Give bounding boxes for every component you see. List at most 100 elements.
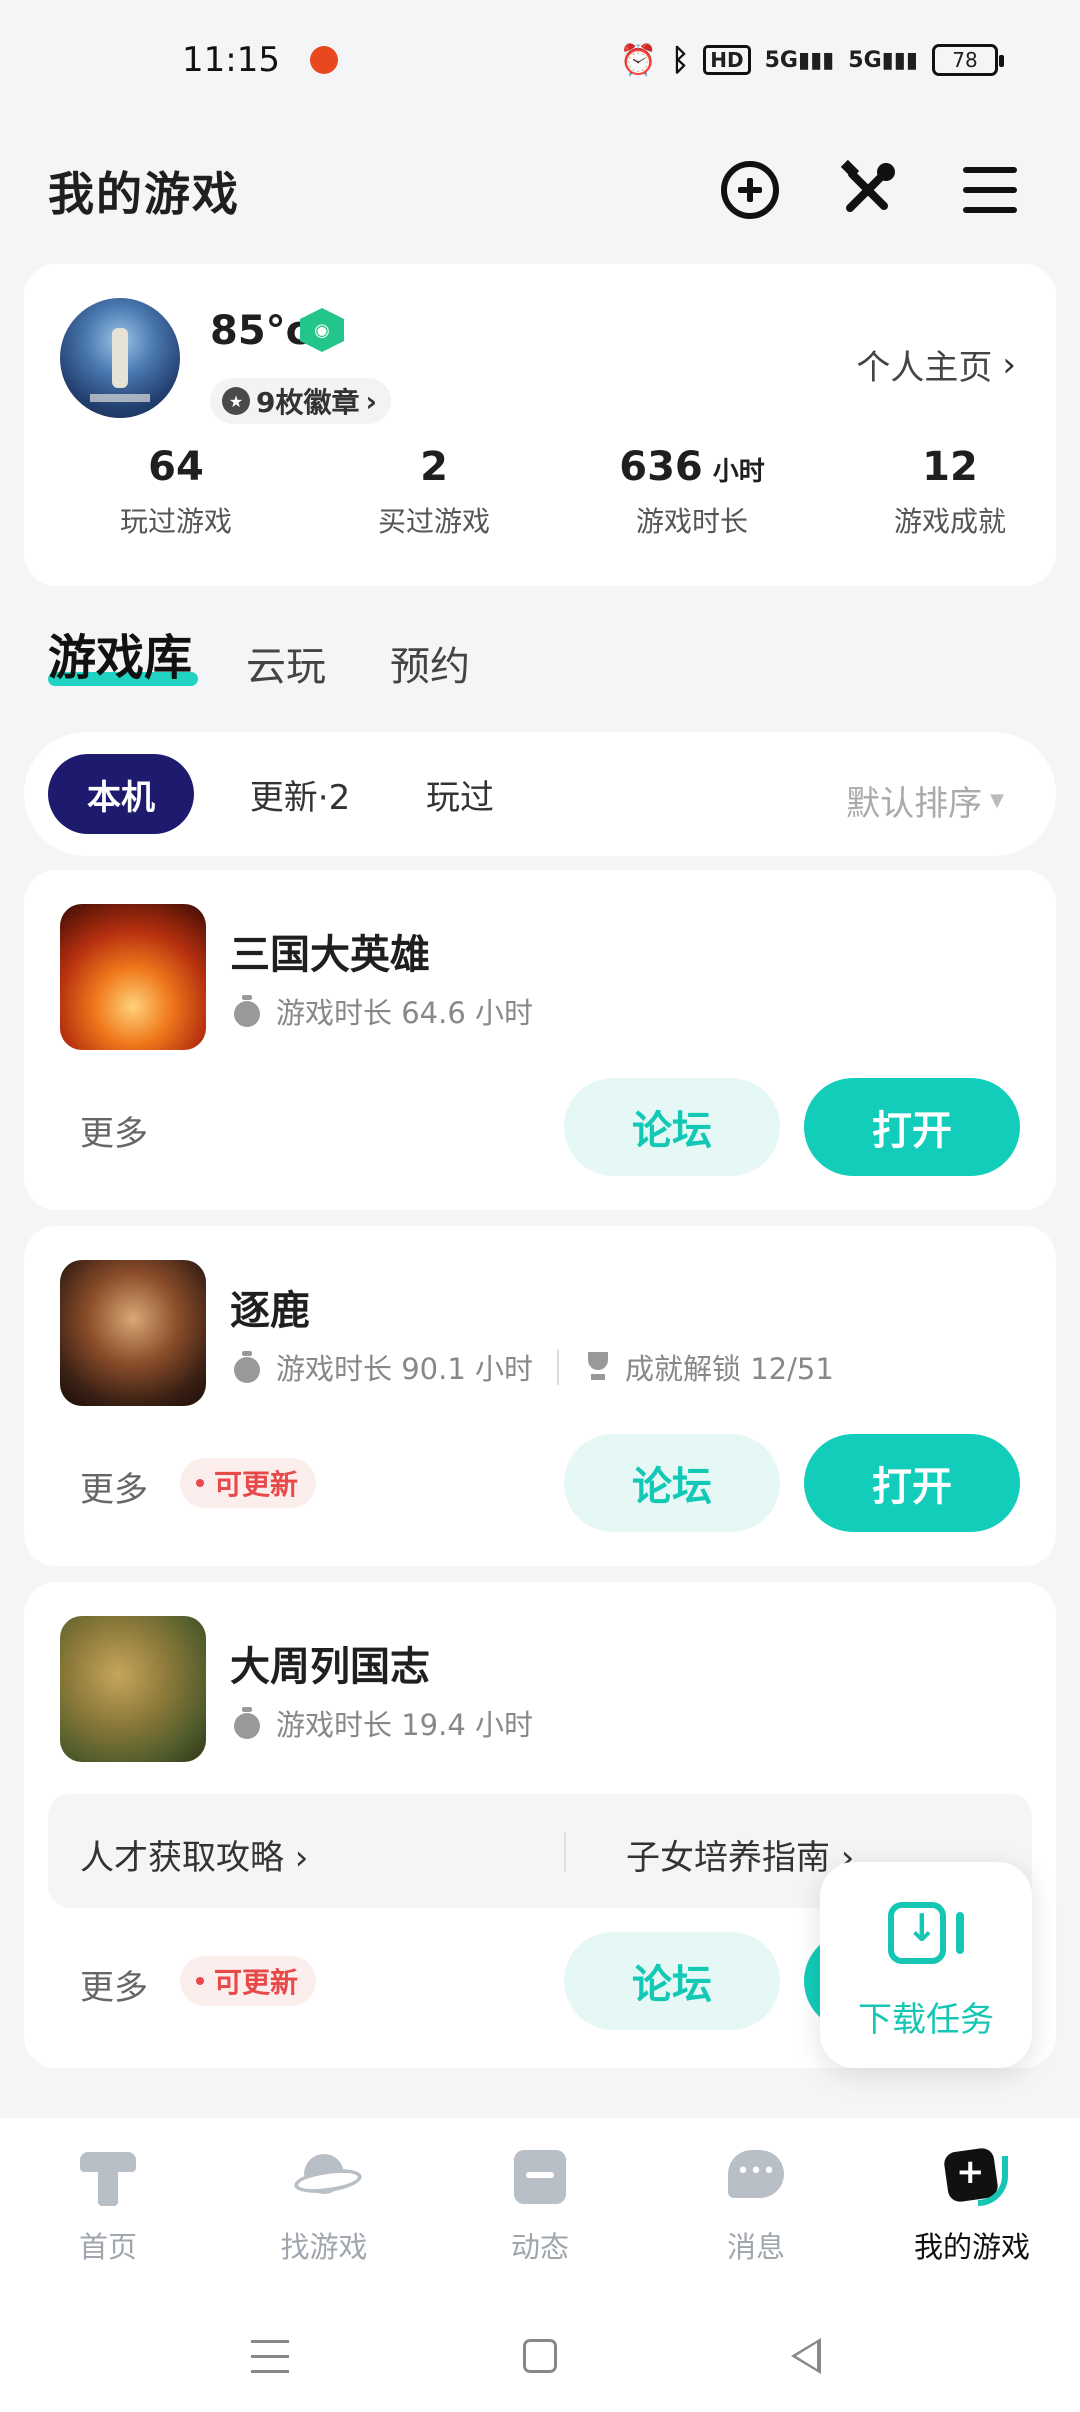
- add-circle-icon: [721, 161, 779, 219]
- stopwatch-icon: [232, 1707, 262, 1739]
- trophy-icon: [583, 1352, 613, 1382]
- tab-cloud-play[interactable]: 云玩: [246, 634, 326, 692]
- planet-icon: [294, 2148, 354, 2206]
- add-game-button[interactable]: [718, 158, 782, 222]
- tab-reservations[interactable]: 预约: [390, 634, 470, 692]
- alarm-icon: ⏰: [619, 42, 658, 78]
- filter-played[interactable]: 玩过: [390, 754, 530, 834]
- guide-link[interactable]: 人才获取攻略 ›: [80, 1830, 308, 1879]
- badges-chip[interactable]: ★ 9枚徽章 ›: [210, 378, 392, 424]
- page-title: 我的游戏: [48, 167, 240, 221]
- game-playtime: 游戏时长 90.1 小时: [276, 1352, 534, 1386]
- tools-button[interactable]: [836, 158, 900, 222]
- chevron-right-icon: ›: [365, 384, 378, 418]
- stat-label: 玩过游戏: [119, 505, 232, 538]
- status-bar: 11:15 ⏰ ᛒ HD 5G▮▮▮ 5G▮▮▮ 78: [0, 0, 1080, 120]
- open-button[interactable]: 打开: [804, 1078, 1020, 1176]
- forum-button[interactable]: 论坛: [564, 1434, 780, 1532]
- nav-label: 消息: [726, 2230, 785, 2264]
- menu-button[interactable]: [958, 158, 1022, 222]
- filter-updates[interactable]: 更新·2: [220, 754, 380, 834]
- nav-label: 我的游戏: [913, 2230, 1030, 2264]
- stat-label: 买过游戏: [377, 505, 490, 538]
- stat-play-time[interactable]: 636 小时 游戏时长: [572, 444, 812, 540]
- game-meta: 游戏时长 64.6 小时: [232, 990, 533, 1032]
- game-icon: [60, 1260, 206, 1406]
- game-playtime: 游戏时长 64.6 小时: [276, 996, 534, 1030]
- guide-link[interactable]: 子女培养指南 ›: [626, 1830, 854, 1879]
- sort-label: 默认排序: [846, 784, 983, 824]
- nav-messages[interactable]: 消息: [676, 2148, 836, 2266]
- stopwatch-icon: [232, 995, 262, 1027]
- game-card[interactable]: 三国大英雄 游戏时长 64.6 小时 更多 论坛 打开: [24, 870, 1056, 1210]
- nav-find-games[interactable]: 找游戏: [244, 2148, 404, 2266]
- open-button[interactable]: 打开: [804, 1434, 1020, 1532]
- nav-label: 首页: [78, 2230, 137, 2264]
- badges-label: 9枚徽章: [256, 386, 360, 419]
- stat-label: 游戏时长: [635, 505, 748, 538]
- 5g-signal-icon: 5G▮▮▮: [764, 47, 835, 73]
- stat-played-games[interactable]: 64 玩过游戏: [56, 444, 296, 540]
- game-playtime: 游戏时长 19.4 小时: [276, 1708, 534, 1742]
- tools-icon: [840, 160, 895, 212]
- sort-dropdown[interactable]: 默认排序 ▼: [846, 776, 1004, 825]
- square-icon: [523, 2339, 557, 2373]
- status-icons: ⏰ ᛒ HD 5G▮▮▮ 5G▮▮▮ 78: [619, 38, 1004, 82]
- bluetooth-icon: ᛒ: [671, 42, 690, 78]
- nav-my-games[interactable]: 我的游戏: [892, 2148, 1052, 2266]
- game-icon: [60, 904, 206, 1050]
- my-games-icon: [942, 2148, 1008, 2206]
- avatar[interactable]: [60, 298, 180, 418]
- stat-value: 636: [619, 444, 703, 490]
- nav-label: 找游戏: [280, 2230, 368, 2264]
- 5g-signal-icon: 5G▮▮▮: [848, 47, 918, 73]
- stat-value: 2: [420, 444, 448, 490]
- more-button[interactable]: 更多: [80, 1462, 148, 1511]
- tab-game-library[interactable]: 游戏库: [48, 618, 192, 688]
- nav-label: 动态: [510, 2230, 569, 2264]
- dot-icon: [196, 1479, 204, 1487]
- stat-value: 12: [922, 444, 978, 490]
- notification-app-icon: [310, 46, 338, 74]
- divider: [564, 1832, 566, 1872]
- filter-local[interactable]: 本机: [48, 754, 194, 834]
- download-tasks-button[interactable]: 下载任务: [820, 1862, 1032, 2068]
- update-available-badge[interactable]: 可更新: [180, 1458, 317, 1508]
- game-name: 三国大英雄: [230, 932, 430, 978]
- game-card[interactable]: 逐鹿 游戏时长 90.1 小时 成就解锁 12/51 更多 可更新 论坛 打开: [24, 1226, 1056, 1566]
- feed-icon: [510, 2148, 570, 2206]
- caret-down-icon: ▼: [990, 790, 1004, 811]
- dot-icon: [196, 1977, 204, 1985]
- nav-home[interactable]: 首页: [28, 2148, 188, 2266]
- profile-home-label: 个人主页: [856, 348, 993, 388]
- username: 85°c: [210, 308, 310, 354]
- forum-button[interactable]: 论坛: [564, 1932, 780, 2030]
- system-recents-button[interactable]: [220, 2326, 320, 2386]
- game-name: 逐鹿: [230, 1288, 310, 1334]
- update-available-badge[interactable]: 可更新: [180, 1956, 317, 2006]
- stat-achievements[interactable]: 12 游戏成就: [830, 444, 1070, 540]
- stat-unit: 小时: [712, 457, 765, 487]
- download-tasks-label: 下载任务: [858, 2000, 994, 2040]
- forum-button[interactable]: 论坛: [564, 1078, 780, 1176]
- stat-label: 游戏成就: [893, 505, 1006, 538]
- medal-icon: ★: [222, 387, 250, 415]
- menu-icon: [963, 167, 1017, 213]
- back-triangle-icon: [791, 2338, 821, 2374]
- status-time: 11:15: [182, 40, 280, 80]
- system-home-button[interactable]: [490, 2326, 590, 2386]
- battery-icon: 78: [932, 44, 1004, 76]
- game-achievement: 成就解锁 12/51: [625, 1352, 834, 1386]
- stat-value: 64: [148, 444, 204, 490]
- profile-card: 85°c ◉ ★ 9枚徽章 › 个人主页 › 64 玩过游戏 2 买过游戏 63…: [24, 264, 1056, 586]
- system-back-button[interactable]: [756, 2326, 856, 2386]
- profile-home-link[interactable]: 个人主页 ›: [856, 340, 1016, 389]
- more-button[interactable]: 更多: [80, 1960, 148, 2009]
- game-meta: 游戏时长 90.1 小时 成就解锁 12/51: [232, 1346, 834, 1388]
- more-button[interactable]: 更多: [80, 1106, 148, 1155]
- nav-feed[interactable]: 动态: [460, 2148, 620, 2266]
- game-icon: [60, 1616, 206, 1762]
- download-icon: [888, 1902, 964, 1964]
- game-meta: 游戏时长 19.4 小时: [232, 1702, 533, 1744]
- stat-bought-games[interactable]: 2 买过游戏: [314, 444, 554, 540]
